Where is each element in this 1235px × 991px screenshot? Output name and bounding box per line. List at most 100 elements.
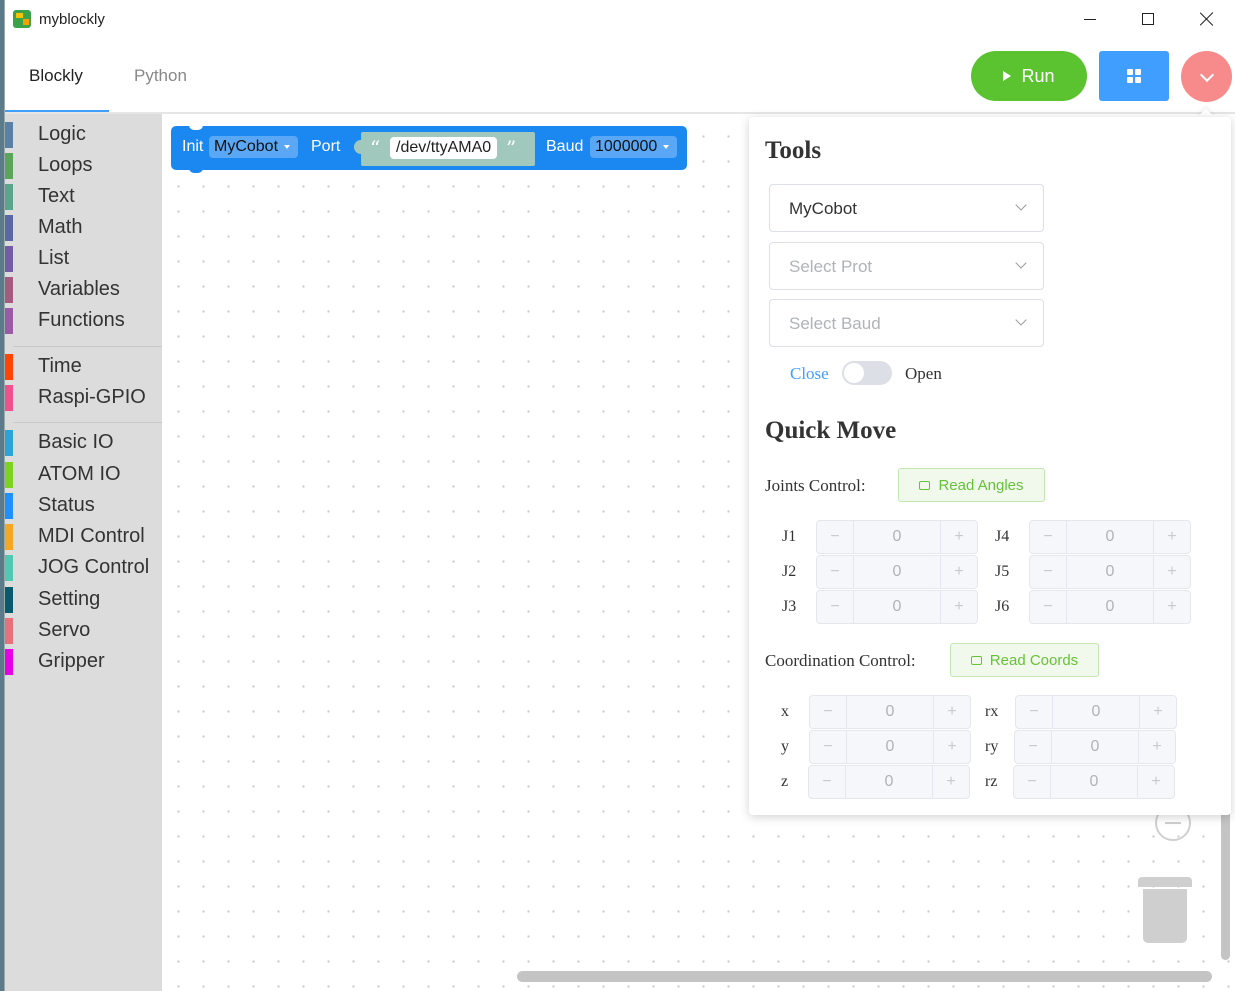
increment-button[interactable]: + bbox=[933, 731, 970, 763]
category-color-bar bbox=[5, 215, 13, 241]
stepper-value[interactable]: 0 bbox=[853, 556, 941, 588]
stepper-value[interactable]: 0 bbox=[846, 731, 934, 763]
category-label: Time bbox=[38, 355, 82, 377]
stepper-value[interactable]: 0 bbox=[1051, 731, 1139, 763]
toolbox-category-time[interactable]: Time bbox=[5, 352, 162, 380]
toolbox-category-gripper[interactable]: Gripper bbox=[5, 647, 162, 675]
stepper-value[interactable]: 0 bbox=[1066, 521, 1154, 553]
decrement-button[interactable]: − bbox=[1014, 766, 1051, 798]
stepper-value[interactable]: 0 bbox=[1066, 591, 1154, 623]
port-select[interactable]: Select Prot bbox=[769, 242, 1044, 290]
stepper-value[interactable]: 0 bbox=[853, 591, 941, 623]
increment-button[interactable]: + bbox=[940, 521, 977, 553]
increment-button[interactable]: + bbox=[933, 696, 970, 728]
coord-stepper-x[interactable]: −0 + bbox=[809, 695, 971, 729]
category-label: Logic bbox=[38, 123, 86, 145]
quick-move-title: Quick Move bbox=[765, 417, 897, 444]
decrement-button[interactable]: − bbox=[810, 696, 847, 728]
dropdown-arrow-icon bbox=[663, 144, 670, 149]
increment-button[interactable]: + bbox=[1139, 696, 1176, 728]
read-angles-button[interactable]: Read Angles bbox=[898, 468, 1045, 502]
port-value-field[interactable]: /dev/ttyAMA0 bbox=[390, 137, 498, 159]
decrement-button[interactable]: − bbox=[1015, 731, 1052, 763]
decrement-button[interactable]: − bbox=[817, 556, 854, 588]
stepper-value[interactable]: 0 bbox=[846, 696, 934, 728]
decrement-button[interactable]: − bbox=[1016, 696, 1053, 728]
decrement-button[interactable]: − bbox=[817, 521, 854, 553]
app-window: myblockly Blockly Python Run Logic Loops T… bbox=[4, 0, 1235, 991]
toolbox-category-status[interactable]: Status bbox=[5, 491, 162, 519]
joint-stepper-j4[interactable]: −0 + bbox=[1029, 520, 1191, 554]
coord-stepper-rz[interactable]: −0 + bbox=[1013, 765, 1175, 799]
stepper-value[interactable]: 0 bbox=[845, 766, 933, 798]
maximize-button[interactable] bbox=[1128, 4, 1168, 34]
increment-button[interactable]: + bbox=[1153, 591, 1190, 623]
toolbox-category-list[interactable]: List bbox=[5, 244, 162, 272]
read-coords-button[interactable]: Read Coords bbox=[950, 643, 1099, 677]
trash-can-body[interactable] bbox=[1143, 889, 1187, 943]
toolbox-category-raspi-gpio[interactable]: Raspi-GPIO bbox=[5, 383, 162, 411]
chevron-down-icon bbox=[1015, 314, 1027, 326]
tools-toggle-button[interactable] bbox=[1181, 51, 1232, 102]
coord-stepper-y[interactable]: −0 + bbox=[809, 730, 971, 764]
increment-button[interactable]: + bbox=[1153, 556, 1190, 588]
horizontal-scrollbar[interactable] bbox=[517, 971, 1212, 982]
category-label: Loops bbox=[38, 154, 93, 176]
decrement-button[interactable]: − bbox=[1030, 521, 1067, 553]
toolbox-category-servo[interactable]: Servo bbox=[5, 616, 162, 644]
joint-stepper-j2[interactable]: −0 + bbox=[816, 555, 978, 589]
coord-stepper-rx[interactable]: −0 + bbox=[1015, 695, 1177, 729]
decrement-button[interactable]: − bbox=[1030, 591, 1067, 623]
run-button[interactable]: Run bbox=[971, 51, 1087, 101]
stepper-value[interactable]: 0 bbox=[853, 521, 941, 553]
decrement-button[interactable]: − bbox=[810, 731, 847, 763]
toolbox-category-functions[interactable]: Functions bbox=[5, 306, 162, 334]
toolbox-category-logic[interactable]: Logic bbox=[5, 120, 162, 148]
dropdown-arrow-icon bbox=[284, 144, 291, 149]
coord-stepper-z[interactable]: −0 + bbox=[808, 765, 970, 799]
joint-stepper-j5[interactable]: −0 + bbox=[1029, 555, 1191, 589]
baud-select[interactable]: Select Baud bbox=[769, 299, 1044, 347]
toolbox-category-loops[interactable]: Loops bbox=[5, 151, 162, 179]
port-string-block[interactable]: “ /dev/ttyAMA0 ” bbox=[361, 132, 535, 166]
stepper-value[interactable]: 0 bbox=[1066, 556, 1154, 588]
joint-stepper-j1[interactable]: −0 + bbox=[816, 520, 978, 554]
increment-button[interactable]: + bbox=[1138, 731, 1175, 763]
tab-blockly[interactable]: Blockly bbox=[29, 66, 83, 86]
decrement-button[interactable]: − bbox=[817, 591, 854, 623]
toolbox-category-setting[interactable]: Setting bbox=[5, 585, 162, 613]
tab-python[interactable]: Python bbox=[134, 66, 187, 86]
minimize-button[interactable] bbox=[1070, 4, 1110, 34]
grid-icon bbox=[1127, 69, 1141, 83]
decrement-button[interactable]: − bbox=[809, 766, 846, 798]
coord-stepper-ry[interactable]: −0 + bbox=[1014, 730, 1176, 764]
init-mycobot-block[interactable]: Init MyCobot Port “ /dev/ttyAMA0 ” Baud … bbox=[171, 125, 687, 173]
connection-switch[interactable] bbox=[842, 361, 892, 385]
increment-button[interactable]: + bbox=[940, 591, 977, 623]
trash-icon[interactable] bbox=[1138, 877, 1192, 887]
decrement-button[interactable]: − bbox=[1030, 556, 1067, 588]
play-icon bbox=[1003, 71, 1012, 81]
stepper-value[interactable]: 0 bbox=[1050, 766, 1138, 798]
toolbox-category-text[interactable]: Text bbox=[5, 182, 162, 210]
increment-button[interactable]: + bbox=[1153, 521, 1190, 553]
increment-button[interactable]: + bbox=[932, 766, 969, 798]
toolbox-category-math[interactable]: Math bbox=[5, 213, 162, 241]
toolbox-category-atom-io[interactable]: ATOM IO bbox=[5, 460, 162, 488]
baud-dropdown[interactable]: 1000000 bbox=[590, 136, 678, 158]
joint-stepper-j6[interactable]: −0 + bbox=[1029, 590, 1191, 624]
robot-type-dropdown[interactable]: MyCobot bbox=[209, 136, 299, 158]
toolbox-category-jog-control[interactable]: JOG Control bbox=[5, 553, 162, 581]
apps-button[interactable] bbox=[1099, 51, 1169, 101]
increment-button[interactable]: + bbox=[1137, 766, 1174, 798]
run-button-label: Run bbox=[1021, 65, 1055, 86]
stepper-value[interactable]: 0 bbox=[1052, 696, 1140, 728]
toolbox-category-basic-io[interactable]: Basic IO bbox=[5, 428, 162, 456]
toolbox-category-variables[interactable]: Variables bbox=[5, 275, 162, 303]
increment-button[interactable]: + bbox=[940, 556, 977, 588]
toolbox-category-mdi-control[interactable]: MDI Control bbox=[5, 522, 162, 550]
category-color-bar bbox=[5, 430, 13, 456]
joint-stepper-j3[interactable]: −0 + bbox=[816, 590, 978, 624]
robot-select[interactable]: MyCobot bbox=[769, 184, 1044, 232]
close-window-button[interactable] bbox=[1187, 4, 1227, 34]
